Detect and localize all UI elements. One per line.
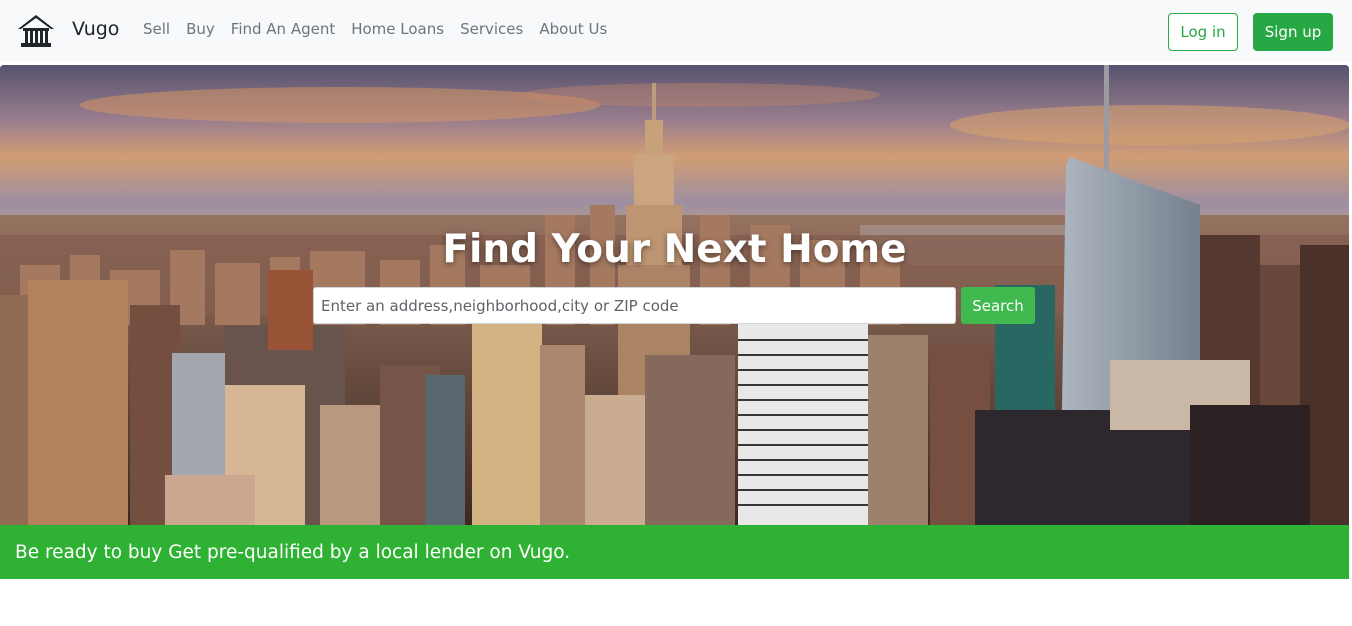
- login-button[interactable]: Log in: [1168, 13, 1238, 51]
- nav-link-services[interactable]: Services: [460, 20, 523, 38]
- hero-section: Find Your Next Home Search: [0, 65, 1349, 525]
- nav-link-sell[interactable]: Sell: [143, 20, 170, 38]
- top-navbar: Vugo Sell Buy Find An Agent Home Loans S…: [0, 0, 1352, 62]
- signup-button[interactable]: Sign up: [1253, 13, 1333, 51]
- nav-link-about-us[interactable]: About Us: [539, 20, 607, 38]
- prequalify-banner[interactable]: Be ready to buy Get pre-qualified by a l…: [0, 525, 1349, 579]
- brand-name[interactable]: Vugo: [72, 18, 119, 40]
- main-nav: Sell Buy Find An Agent Home Loans Servic…: [143, 20, 623, 38]
- nav-link-find-an-agent[interactable]: Find An Agent: [231, 20, 335, 38]
- hero-title: Find Your Next Home: [442, 227, 907, 272]
- search-button[interactable]: Search: [961, 287, 1035, 324]
- nav-link-buy[interactable]: Buy: [186, 20, 215, 38]
- house-icon[interactable]: [17, 14, 55, 48]
- nav-link-home-loans[interactable]: Home Loans: [351, 20, 444, 38]
- banner-text: Be ready to buy Get pre-qualified by a l…: [15, 541, 571, 563]
- search-input[interactable]: [313, 287, 956, 324]
